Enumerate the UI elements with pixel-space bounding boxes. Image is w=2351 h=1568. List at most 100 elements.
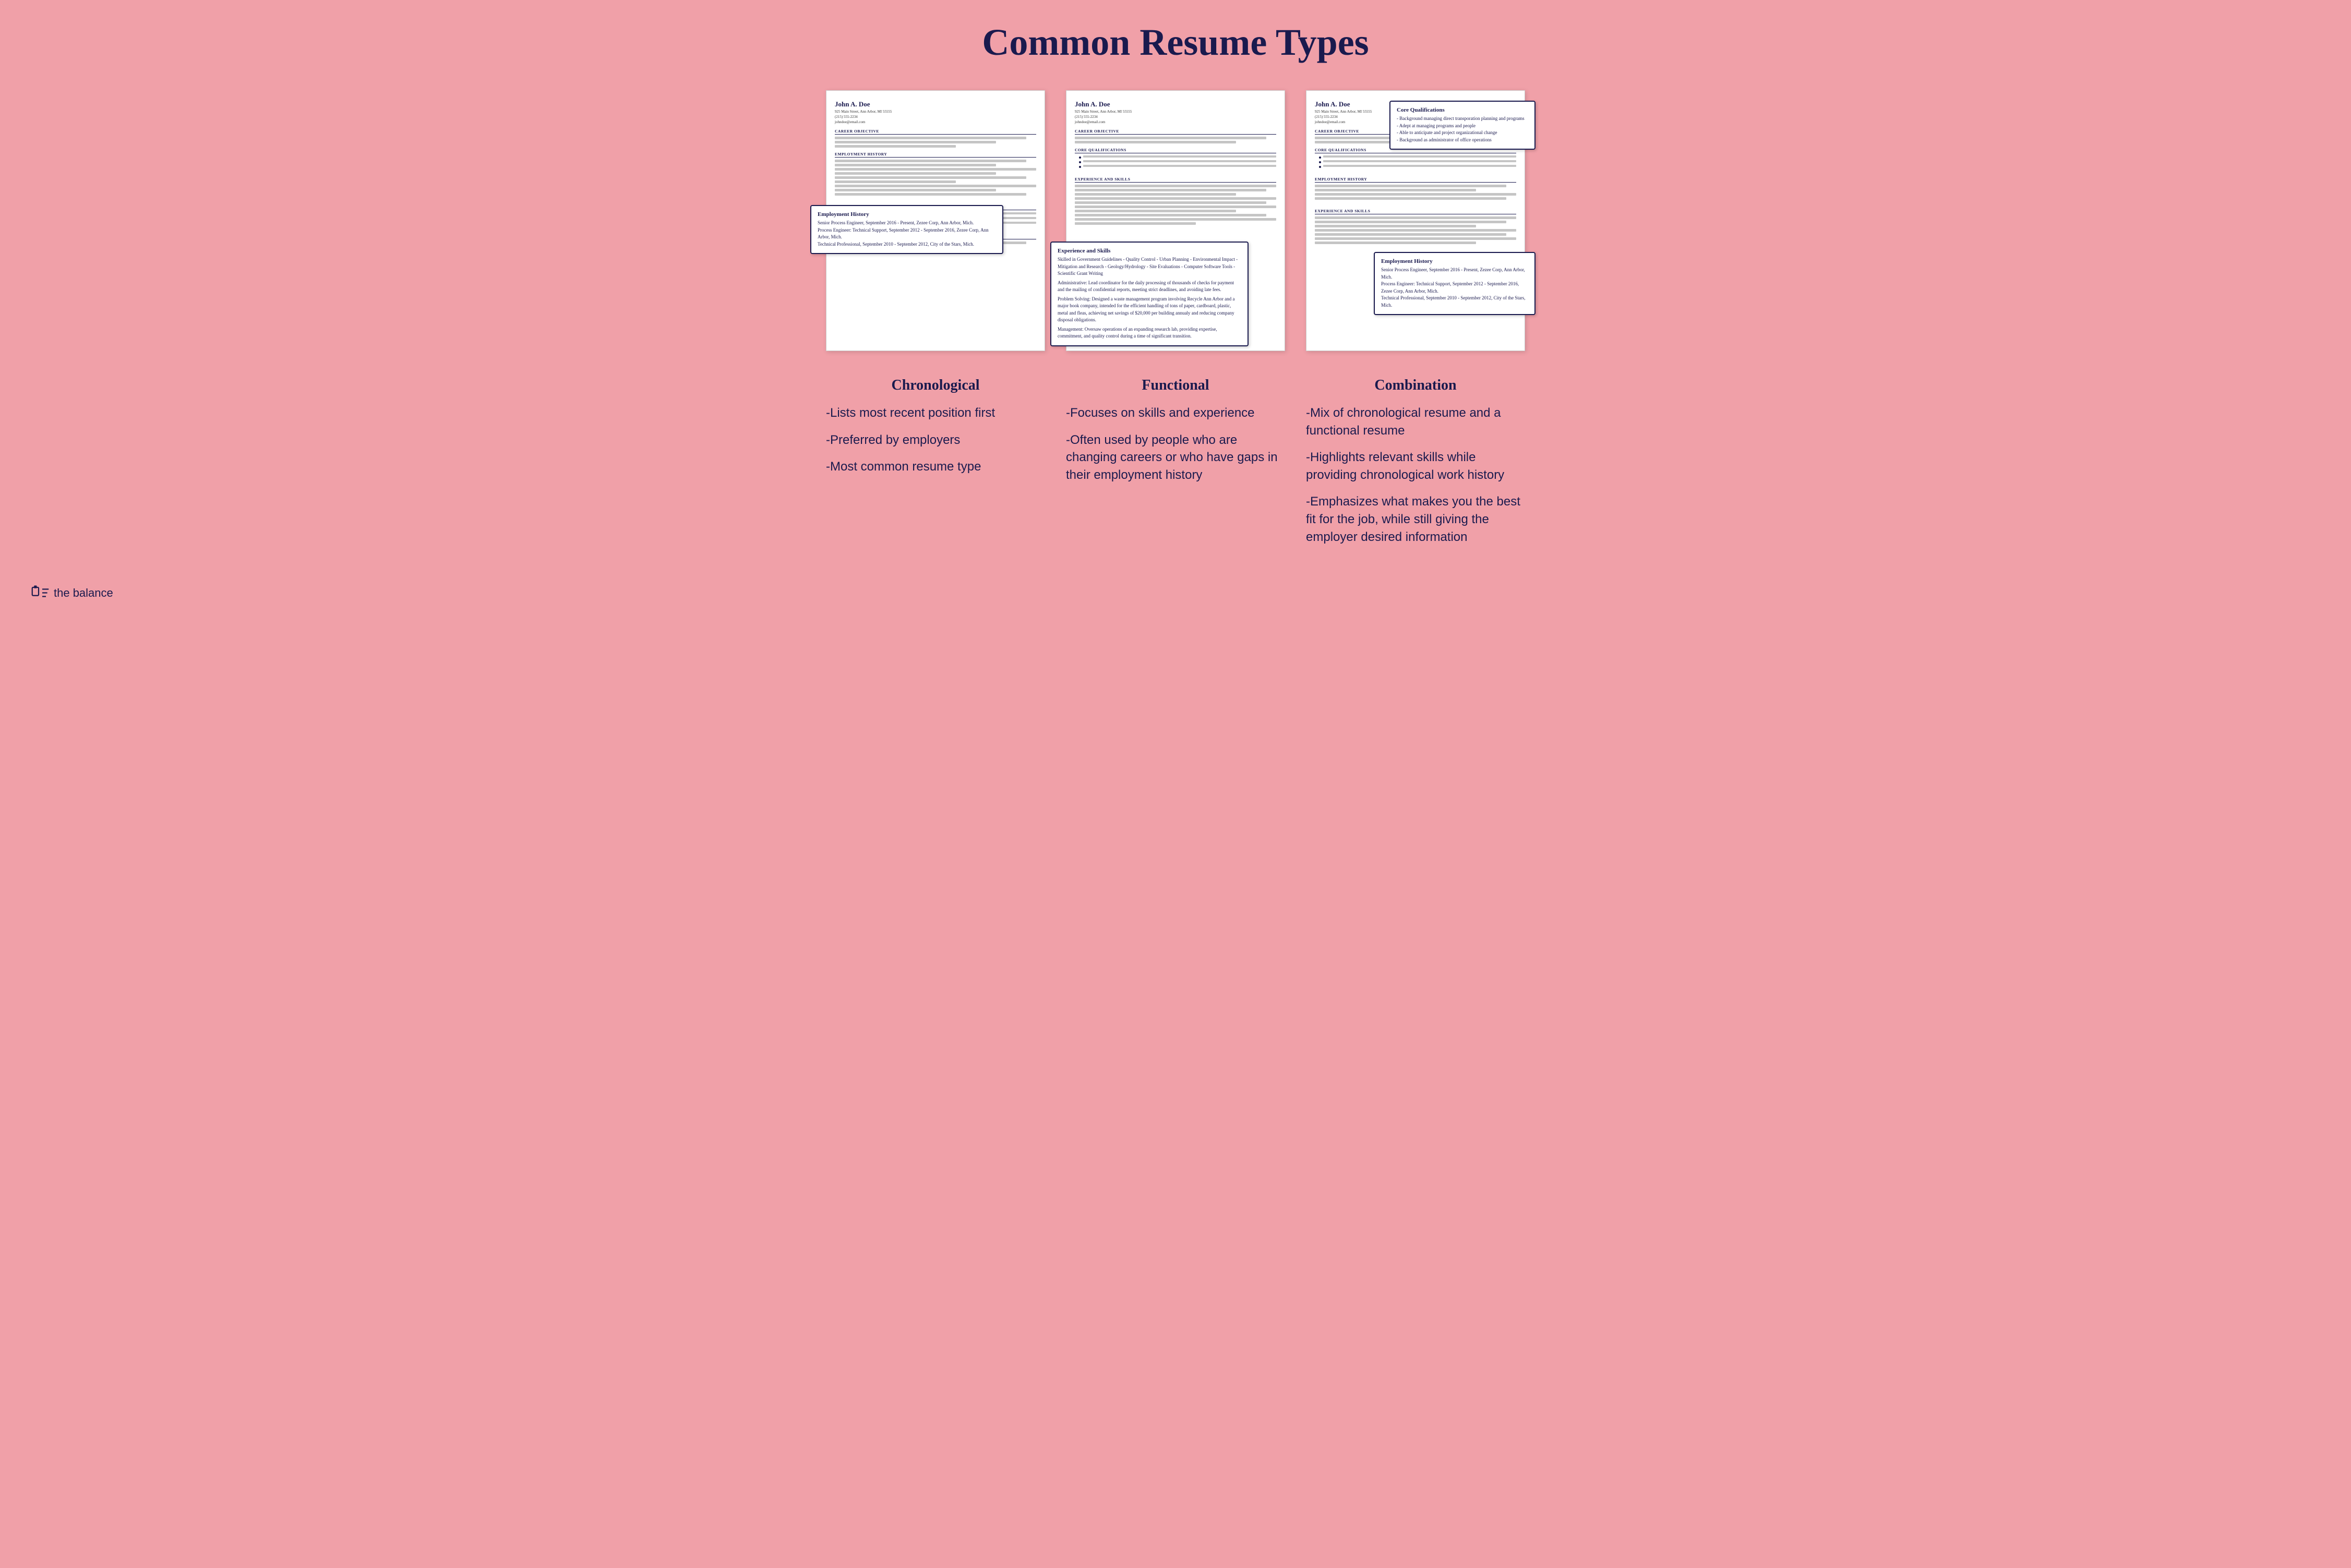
bullet-line [1083, 155, 1276, 158]
functional-description: Functional -Focuses on skills and experi… [1066, 377, 1285, 555]
resume2-section-career: CAREER OBJECTIVE [1075, 129, 1276, 135]
line [835, 172, 996, 175]
line [835, 176, 1026, 179]
line [1075, 185, 1276, 187]
line [1315, 225, 1476, 227]
resume3-section-emp: EMPLOYMENT HISTORY [1315, 177, 1516, 183]
emp-callout-line-1: Senior Process Engineer, September 2016 … [818, 220, 996, 227]
bullet-item [1079, 155, 1276, 159]
footer: the balance [31, 576, 2320, 602]
core-quals-callout: Core Qualifications - Background managin… [1389, 101, 1536, 150]
line [1315, 193, 1516, 196]
line [835, 160, 1026, 162]
emp-history-callout-3: Employment History Senior Process Engine… [1374, 252, 1536, 315]
emp-callout-3-line-1: Senior Process Engineer, September 2016 … [1381, 267, 1528, 281]
line [1075, 189, 1266, 191]
line [835, 137, 1026, 139]
bullet-line [1323, 160, 1516, 162]
bullet-line [1083, 160, 1276, 162]
line [1075, 210, 1236, 212]
line [1315, 216, 1516, 219]
combination-description: Combination -Mix of chronological resume… [1306, 377, 1525, 555]
bullet-dot [1079, 156, 1081, 159]
functional-resume-column: Experience and Skills Skilled in Governm… [1066, 90, 1285, 351]
chronological-title: Chronological [826, 377, 1045, 394]
combination-item-3: -Emphasizes what makes you the best fit … [1306, 493, 1525, 546]
resume1-contact: 925 Main Street, Ann Arbor, MI 55555 (21… [835, 110, 1036, 125]
quals-bullets-3 [1319, 155, 1516, 168]
line [835, 145, 956, 148]
line [1315, 189, 1476, 191]
resumes-row: Employment History Senior Process Engine… [31, 90, 2320, 351]
combination-item-2: -Highlights relevant skills while provid… [1306, 449, 1525, 484]
bullet-item [1319, 165, 1516, 168]
line [1075, 218, 1276, 221]
bullet-item [1319, 160, 1516, 163]
line [835, 164, 996, 166]
line [1075, 197, 1276, 200]
line [1315, 237, 1516, 240]
experience-skills-callout: Experience and Skills Skilled in Governm… [1050, 242, 1249, 346]
line [1315, 197, 1506, 200]
chronological-resume-wrapper: Employment History Senior Process Engine… [826, 90, 1045, 351]
core-callout-line-3: - Able to anticipate and project organiz… [1397, 129, 1528, 137]
bullet-item [1079, 165, 1276, 168]
line [1075, 137, 1266, 139]
resume1-section-employment: EMPLOYMENT HISTORY [835, 152, 1036, 158]
line [1315, 242, 1476, 244]
resume2-name: John A. Doe [1075, 100, 1276, 108]
line [835, 189, 996, 191]
resume2-section-exp: EXPERIENCE AND SKILLS [1075, 177, 1276, 183]
bullet-line [1323, 155, 1516, 158]
bullet-dot [1319, 156, 1321, 159]
emp-callout-3-title: Employment History [1381, 258, 1528, 264]
descriptions-row: Chronological -Lists most recent positio… [31, 377, 2320, 555]
chronological-description: Chronological -Lists most recent positio… [826, 377, 1045, 555]
resume1-name: John A. Doe [835, 100, 1036, 108]
combination-item-1: -Mix of chronological resume and a funct… [1306, 404, 1525, 439]
combination-resume-column: Core Qualifications - Background managin… [1306, 90, 1525, 351]
exp-callout-title: Experience and Skills [1058, 248, 1241, 254]
exp-callout-line-1: Skilled in Government Guidelines - Quali… [1058, 256, 1241, 278]
functional-item-2: -Often used by people who are changing c… [1066, 431, 1285, 484]
bullet-dot [1079, 166, 1081, 168]
exp-callout-line-3: Problem Solving: Designed a waste manage… [1058, 296, 1241, 324]
line [1075, 222, 1196, 225]
bullet-dot [1079, 161, 1081, 163]
line [1315, 229, 1516, 232]
line [835, 168, 1036, 171]
core-callout-line-4: - Background as administrator of office … [1397, 137, 1528, 144]
line [835, 141, 996, 143]
logo-text: the balance [54, 586, 113, 600]
line [1075, 201, 1266, 204]
chronological-item-1: -Lists most recent position first [826, 404, 1045, 422]
bullet-line [1323, 165, 1516, 167]
bullet-dot [1319, 166, 1321, 168]
emp-callout-3-line-3: Technical Professional, September 2010 -… [1381, 295, 1528, 309]
resume2-contact: 925 Main Street, Ann Arbor, MI 55555 (21… [1075, 110, 1276, 125]
line [1315, 185, 1506, 187]
functional-resume-wrapper: Experience and Skills Skilled in Governm… [1066, 90, 1285, 351]
line [1075, 193, 1236, 196]
combination-resume-wrapper: Core Qualifications - Background managin… [1306, 90, 1525, 351]
chronological-resume-column: Employment History Senior Process Engine… [826, 90, 1045, 351]
exp-callout-line-4: Management: Oversaw operations of an exp… [1058, 326, 1241, 340]
page-title: Common Resume Types [31, 21, 2320, 64]
exp-callout-line-2: Administrative: Lead coordinator for the… [1058, 280, 1241, 294]
line [835, 193, 1026, 196]
bullet-dot [1319, 161, 1321, 163]
resume3-section-exp: EXPERIENCE AND SKILLS [1315, 209, 1516, 214]
line [835, 185, 1036, 187]
logo-container: the balance [31, 584, 113, 602]
resume1-section-career: CAREER OBJECTIVE [835, 129, 1036, 135]
combination-title: Combination [1306, 377, 1525, 394]
line [1075, 214, 1266, 216]
line [1075, 141, 1236, 143]
bullet-line [1083, 165, 1276, 167]
core-callout-title: Core Qualifications [1397, 107, 1528, 113]
balance-logo-icon [31, 584, 50, 602]
chronological-item-2: -Preferred by employers [826, 431, 1045, 449]
line [1075, 206, 1276, 208]
functional-item-1: -Focuses on skills and experience [1066, 404, 1285, 422]
bullet-item [1079, 160, 1276, 163]
